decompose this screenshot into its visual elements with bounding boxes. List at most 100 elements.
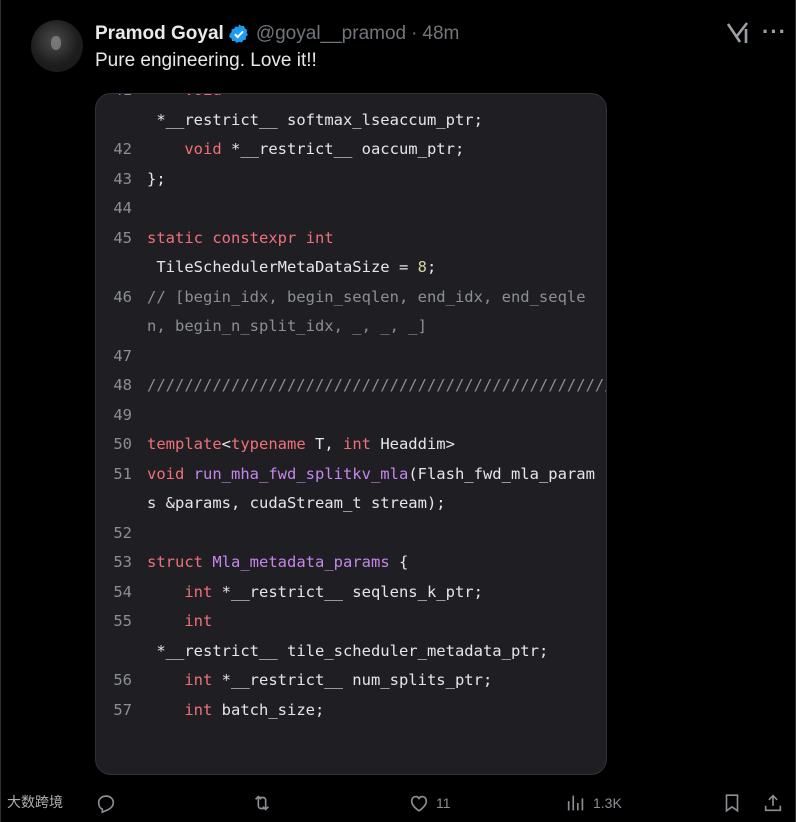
tweet-time[interactable]: 48m xyxy=(422,23,459,45)
header-separator: · xyxy=(411,23,418,44)
line-number: 41 xyxy=(96,94,132,106)
retweet-button[interactable] xyxy=(251,784,279,822)
line-number: 47 xyxy=(113,346,132,365)
code-token: TileSchedulerMetaDataSize = xyxy=(147,258,418,276)
code-line: *__restrict__ softmax_lseaccum_ptr; xyxy=(96,106,606,136)
code-token: T, xyxy=(305,435,343,453)
code-text: int *__restrict__ num_splits_ptr; xyxy=(147,666,597,696)
grok-icon[interactable] xyxy=(725,20,751,46)
code-line: TileSchedulerMetaDataSize = 8; xyxy=(96,253,606,283)
code-text: *__restrict__ tile_scheduler_metadata_pt… xyxy=(147,637,597,667)
code-line: 50 template<typename T, int Headdim> xyxy=(96,430,606,460)
reply-button[interactable] xyxy=(95,784,123,822)
line-number: 57 xyxy=(113,700,132,719)
views-button[interactable]: 1.3K xyxy=(565,784,622,822)
code-line: 56 int *__restrict__ num_splits_ptr; xyxy=(96,666,606,696)
code-block: 41 void *__restrict__ softmax_lseaccum_p… xyxy=(96,94,606,726)
code-text: int batch_size; xyxy=(147,696,597,726)
like-button[interactable]: 11 xyxy=(408,784,451,822)
author-name[interactable]: Pramod Goyal xyxy=(95,23,224,45)
watermark: 大数跨境 xyxy=(7,794,63,810)
code-token: *__restrict__ seqlens_k_ptr; xyxy=(212,582,483,601)
code-token: *__restrict__ tile_scheduler_metadata_pt… xyxy=(147,641,549,660)
code-line: 43}; xyxy=(96,165,606,195)
code-text: int *__restrict__ seqlens_k_ptr; xyxy=(147,578,597,608)
line-number: 54 xyxy=(113,582,132,601)
code-token: int xyxy=(184,612,213,630)
code-image[interactable]: 41 void *__restrict__ softmax_lseaccum_p… xyxy=(95,93,607,775)
code-token: *__restrict__ softmax_lseaccum_ptr; xyxy=(147,110,483,129)
code-token: ////////////////////////////////////////… xyxy=(147,376,606,394)
code-text: template<typename T, int Headdim> xyxy=(147,430,597,460)
code-text: void xyxy=(147,94,597,106)
code-text: void run_mha_fwd_splitkv_mla(Flash_fwd_m… xyxy=(147,460,597,519)
line-number: 51 xyxy=(113,464,132,483)
code-token: void xyxy=(184,94,221,99)
line-number: 53 xyxy=(113,553,132,571)
code-token: < xyxy=(221,435,231,453)
tweet-text: Pure engineering. Love it!! xyxy=(95,50,317,71)
code-line: 53 struct Mla_metadata_params { xyxy=(96,548,606,578)
code-text: *__restrict__ softmax_lseaccum_ptr; xyxy=(147,106,597,136)
code-token: { xyxy=(389,553,409,571)
share-icon xyxy=(764,794,782,812)
code-token: void xyxy=(184,140,222,158)
avatar[interactable] xyxy=(31,20,83,72)
code-token: int xyxy=(184,582,213,601)
line-number: 52 xyxy=(113,523,132,542)
tweet-actions: 11 1.3K xyxy=(1,784,796,822)
code-token: Mla_metadata_params xyxy=(212,553,390,571)
bookmark-button[interactable] xyxy=(721,784,743,822)
code-line: 47 xyxy=(96,342,606,372)
code-token: }; xyxy=(147,169,166,188)
author-handle[interactable]: @goyal__pramod xyxy=(256,23,406,45)
line-number: 45 xyxy=(113,228,132,247)
line-number: 55 xyxy=(113,612,132,630)
code-token: run_mha_fwd_splitkv_mla xyxy=(193,464,409,483)
code-token: *__restrict__ num_splits_ptr; xyxy=(212,671,493,689)
code-token: struct xyxy=(147,553,203,571)
code-line: 42 void *__restrict__ oaccum_ptr; xyxy=(96,135,606,165)
code-token: ; xyxy=(426,258,437,276)
code-token: template xyxy=(147,435,222,453)
code-token: typename xyxy=(231,435,306,453)
code-token: batch_size; xyxy=(212,700,325,719)
code-line: 52 xyxy=(96,519,606,549)
line-number: 43 xyxy=(113,169,132,188)
code-line: 44 xyxy=(96,194,606,224)
code-token: void xyxy=(147,464,185,483)
bookmark-icon xyxy=(725,794,739,813)
line-number: 44 xyxy=(113,199,132,217)
views-count: 1.3K xyxy=(593,795,622,811)
code-token: int xyxy=(184,671,213,689)
code-token: Headdim> xyxy=(370,435,455,453)
code-line: 51 void run_mha_fwd_splitkv_mla(Flash_fwd… xyxy=(96,460,606,519)
share-button[interactable] xyxy=(762,784,784,822)
tweet: Pramod Goyal @goyal__pramod · 48m ··· Pu… xyxy=(0,0,796,822)
code-token: constexpr xyxy=(212,228,297,247)
more-icon[interactable]: ··· xyxy=(762,18,786,46)
code-token: int xyxy=(184,700,213,719)
like-count: 11 xyxy=(436,795,451,811)
code-text: int xyxy=(147,607,597,637)
code-token: *__restrict__ oaccum_ptr; xyxy=(221,140,465,158)
line-number: 49 xyxy=(113,405,132,424)
retweet-icon xyxy=(254,795,270,811)
code-text: struct Mla_metadata_params { xyxy=(147,548,597,578)
code-line: 55 int xyxy=(96,607,606,637)
code-text: }; xyxy=(147,165,597,195)
tweet-header: Pramod Goyal @goyal__pramod · 48m xyxy=(95,21,459,47)
reply-icon xyxy=(97,795,115,814)
verified-badge-icon xyxy=(228,24,248,43)
code-line: 57 int batch_size; xyxy=(96,696,606,726)
